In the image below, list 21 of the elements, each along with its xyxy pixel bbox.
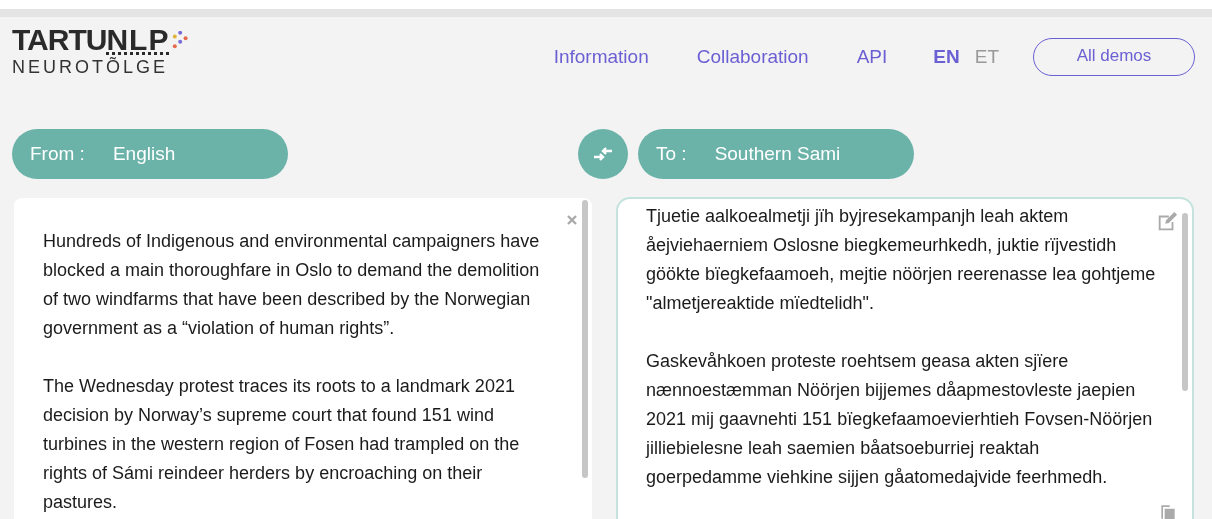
scrollbar[interactable] [1182, 213, 1188, 391]
nav-link[interactable]: API [856, 46, 888, 68]
close-icon[interactable] [566, 214, 578, 226]
logo-subtitle: NEUROTÕLGE [12, 57, 170, 78]
translation-paragraph: Gaskevåhkoen proteste roehtsem geasa akten sjïere nænnoestæmman Nöörjen bijjemes dåapmestovleste jaepien 2021 mij gaavnehti 151 bïegkefaamoevierhtieh Fovsen-Nöörjen jilliebielesne leah saemien båatsoeburriej reaktah goerpedamme viehkine sijjen gåatomedajvide feerhmedh. [646, 350, 1154, 489]
swap-button[interactable] [578, 129, 628, 179]
language-link[interactable]: ET [974, 46, 999, 68]
nav-link[interactable]: Collaboration [696, 46, 809, 68]
source-text-panel[interactable] [14, 198, 592, 519]
edit-icon[interactable] [1156, 211, 1178, 233]
translation-paragraph: Tjuetie aalkoealmetji jïh byjresekampanjh leah aktem åejviehaerniem Oslosne biegkemeurhkedh, juktie rïjvestidh göökte bïegkefaamoeh, mejtie nöörjen reerenasse lea gohtjeme "almetjereaktide mïedtelidh". [646, 205, 1156, 315]
logo-text: NLP [106, 25, 170, 55]
scrollbar[interactable] [582, 200, 588, 478]
copy-icon[interactable] [1158, 502, 1178, 519]
language-link[interactable]: EN [933, 46, 960, 68]
logo-text: TARTU [12, 25, 107, 55]
target-language-select[interactable]: To : Southern Sami [638, 129, 914, 179]
source-paragraph: The Wednesday protest traces its roots to a landmark 2021 decision by Norway’s supreme court that found 151 wind turbines in the western region of Fosen had trampled on the rights of Sámi reindeer herders by encroaching on their pastures. [43, 375, 521, 514]
source-language-select[interactable]: From : English [12, 129, 288, 179]
nav-link[interactable]: Information [553, 46, 649, 68]
source-paragraph: Hundreds of Indigenous and environmental campaigners have blocked a main thoroughfare in Oslo to demand the demolition of two windfarms that have been described by the Norwegian government as a “violation of human rights”. [43, 230, 541, 340]
